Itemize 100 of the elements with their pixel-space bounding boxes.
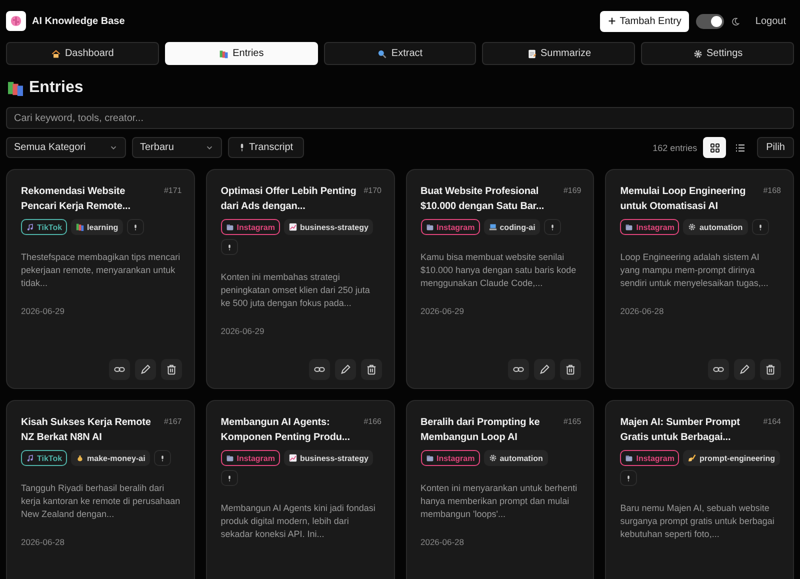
music-note-icon — [26, 454, 34, 462]
app-title: AI Knowledge Base — [32, 16, 125, 26]
pencil-icon — [739, 364, 750, 375]
music-note-icon — [26, 223, 34, 231]
entry-description: Loop Engineering adalah sistem AI yang mampu mem-prompt dirinya sendiri untuk menyelesaikan tugas,... — [620, 251, 770, 290]
pencil-icon — [340, 364, 350, 375]
link-icon — [513, 364, 524, 375]
entry-description: Membangun AI Agents kini jadi fondasi produk digital modern, lebih dari sekadar koneksi API. Ini... — [220, 502, 376, 541]
logout-link[interactable]: Logout — [755, 16, 786, 26]
trash-icon — [765, 364, 776, 375]
pencil-icon — [140, 364, 151, 375]
platform-tag: TikTok — [21, 219, 68, 235]
chart-icon — [288, 454, 297, 462]
folder-icon — [426, 223, 434, 231]
plus-icon — [608, 17, 616, 25]
category-tag: business-strategy — [284, 219, 374, 235]
theme-toggle[interactable] — [696, 14, 724, 28]
trash-icon — [565, 364, 576, 375]
laptop-icon — [488, 223, 497, 231]
folder-icon — [426, 454, 434, 462]
sort-dropdown[interactable]: Terbaru — [132, 137, 222, 158]
entry-card[interactable]: Membangun AI Agents: Komponen Penting Produ... #166 Instagram business-strategy Membangun AI Agents kini jadi fondasi produk digital modern, lebih dari sekadar koneksi API. Ini... — [206, 400, 394, 579]
platform-tag: Instagram — [220, 450, 280, 466]
microphone-icon — [626, 474, 632, 482]
microphone-icon — [239, 143, 245, 152]
entry-description: Thestefspace membagikan tips mencari pekerjaan remote, menyarankan untuk tidak... — [21, 251, 182, 290]
brain-logo-icon — [6, 11, 26, 31]
platform-tag: Instagram — [620, 219, 680, 235]
pencil-icon — [539, 364, 550, 375]
grid-view-button[interactable] — [703, 137, 726, 158]
entry-title: Majen AI: Sumber Prompt Gratis untuk Berbagai... — [620, 416, 741, 445]
delete-button[interactable] — [360, 359, 382, 380]
nav-tab[interactable]: Settings — [641, 42, 794, 65]
entry-card[interactable]: Optimasi Offer Lebih Penting dari Ads dengan... #170 Instagram business-strategy Konten ini membahas strategi peningkatan omset klien dari 250 juta ke 500 juta dengan fokus pada... 2026-06-29 — [206, 169, 394, 389]
entry-title: Kisah Sukses Kerja Remote NZ Berkat N8N AI — [21, 416, 152, 445]
edit-button[interactable] — [534, 359, 556, 380]
search-icon — [377, 48, 388, 58]
entry-card[interactable]: Beralih dari Prompting ke Membangun Loop AI #165 Instagram automation Konten ini menyarankan untuk berhenti hanya memberikan prompt dan mulai membangun 'loops'... 2026-06-28 — [406, 400, 594, 579]
link-button[interactable] — [108, 359, 130, 380]
entry-card[interactable]: Majen AI: Sumber Prompt Gratis untuk Berbagai... #164 Instagram prompt-engineering Baru nemu Majen AI, sebuah website surganya prompt gratis untuk berbagai kebutuhan seperti foto,... — [605, 400, 794, 579]
entry-id: #166 — [364, 416, 382, 428]
search-field[interactable]: Cari keyword, tools, creator... — [6, 107, 794, 129]
edit-button[interactable] — [334, 359, 356, 380]
edit-button[interactable] — [134, 359, 156, 380]
entry-date: 2026-06-29 — [21, 306, 66, 316]
entry-description: Kamu bisa membuat website senilai $10.000 hanya dengan satu baris kode menggunakan Claude Code,... — [420, 251, 578, 290]
entry-card[interactable]: Buat Website Profesional $10.000 dengan Satu Bar... #169 Instagram coding-ai Kamu bisa membuat website senilai $10.000 hanya dengan satu baris kode menggunakan Claude Code,... 2026-06-29 — [406, 169, 594, 389]
folder-icon — [226, 454, 234, 462]
nav-tab[interactable]: Extract — [324, 42, 476, 65]
chart-icon — [288, 223, 297, 231]
category-dropdown[interactable]: Semua Kategori — [6, 137, 126, 158]
microphone-icon — [160, 454, 166, 462]
link-icon — [114, 364, 125, 375]
microphone-icon — [226, 474, 232, 482]
category-tag: business-strategy — [284, 450, 374, 466]
entry-title: Optimasi Offer Lebih Penting dari Ads dengan... — [220, 185, 358, 214]
platform-tag: Instagram — [420, 219, 480, 235]
money-bag-icon — [76, 454, 84, 462]
moon-icon — [731, 16, 740, 26]
link-icon — [314, 364, 324, 375]
transcript-button[interactable]: Transcript — [228, 137, 304, 158]
entry-title: Membangun AI Agents: Komponen Penting Produ... — [220, 416, 351, 445]
category-tag: make-money-ai — [71, 450, 150, 466]
delete-button[interactable] — [160, 359, 182, 380]
add-entry-button[interactable]: Tambah Entry — [600, 10, 690, 32]
entry-description: Konten ini menyarankan untuk berhenti hanya memberikan prompt dan mulai membangun 'loops'... — [420, 482, 578, 521]
entry-description: Baru nemu Majen AI, sebuah website surganya prompt gratis untuk berbagai kebutuhan seperti foto,... — [620, 502, 776, 541]
delete-button[interactable] — [560, 359, 582, 380]
entry-title: Beralih dari Prompting ke Membangun Loop AI — [420, 416, 541, 445]
platform-tag: TikTok — [21, 450, 68, 466]
trash-icon — [366, 364, 376, 375]
memo-icon — [526, 48, 536, 58]
entry-date: 2026-06-29 — [420, 306, 465, 316]
books-icon — [8, 80, 23, 96]
folder-icon — [625, 454, 634, 462]
nav-tab[interactable]: Dashboard — [6, 42, 159, 65]
nav-tab[interactable]: Summarize — [482, 42, 636, 65]
select-button[interactable]: Pilih — [757, 137, 794, 158]
entry-description: Tangguh Riyadi berhasil beralih dari kerja kantoran ke remote di perusahaan New Zealand dengan... — [21, 482, 182, 521]
books-icon — [218, 48, 229, 58]
microphone-icon — [133, 224, 138, 230]
entry-card[interactable]: Rekomendasi Website Pencari Kerja Remote... #171 TikTok learning Thestefspace membagikan tips mencari pekerjaan remote, menyarankan untuk tidak... 2026-06-29 — [6, 169, 195, 389]
entry-id: #165 — [563, 416, 582, 428]
edit-button[interactable] — [734, 359, 755, 380]
folder-icon — [625, 223, 634, 231]
writing-hand-icon — [688, 454, 696, 462]
entry-card[interactable]: Kisah Sukses Kerja Remote NZ Berkat N8N AI #167 TikTok make-money-ai Tangguh Riyadi berhasil beralih dari kerja kantoran ke remote di perusahaan New Zealand dengan... 2026-06-28 — [6, 400, 195, 579]
delete-button[interactable] — [760, 359, 781, 380]
house-icon — [50, 48, 61, 58]
entry-title: Rekomendasi Website Pencari Kerja Remote... — [21, 185, 132, 214]
entry-date: 2026-06-29 — [220, 326, 266, 336]
entry-card[interactable]: Memulai Loop Engineering untuk Otomatisasi AI #168 Instagram automation Loop Engineering adalah sistem AI yang mampu mem-prompt dirinya sendiri untuk menyelesaikan tugas,... 2026-06-28 — [605, 169, 794, 389]
folder-icon — [226, 223, 234, 231]
books-icon — [76, 223, 84, 231]
category-tag: learning — [71, 219, 124, 235]
link-button[interactable] — [708, 359, 729, 380]
nav-tab[interactable]: Entries — [164, 42, 318, 65]
category-tag: automation — [683, 219, 748, 235]
link-button[interactable] — [308, 359, 330, 380]
link-button[interactable] — [508, 359, 530, 380]
